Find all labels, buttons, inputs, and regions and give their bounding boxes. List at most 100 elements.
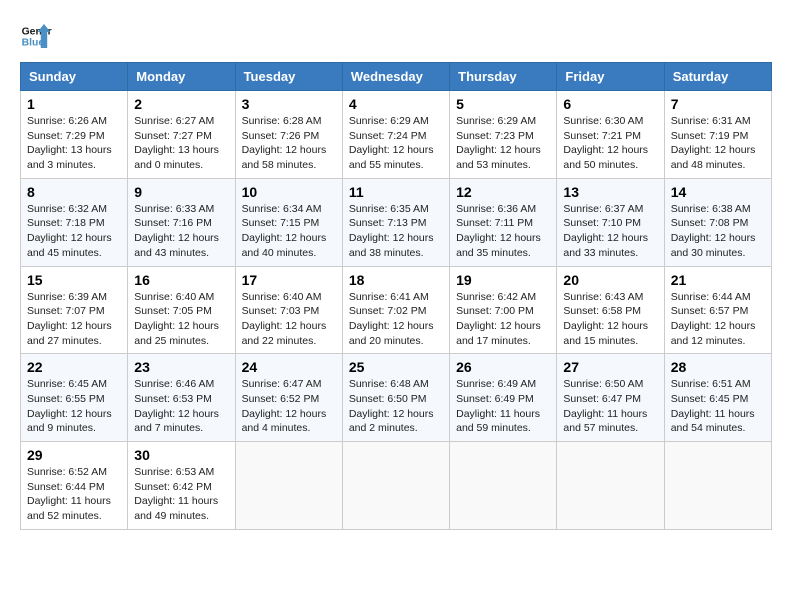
cell-info: Sunrise: 6:42 AMSunset: 7:00 PMDaylight:…	[456, 290, 550, 349]
daylight-text: Daylight: 11 hours	[563, 408, 647, 420]
sunrise-text: Sunrise: 6:50 AM	[563, 378, 643, 390]
cell-info: Sunrise: 6:29 AMSunset: 7:23 PMDaylight:…	[456, 114, 550, 173]
cell-info: Sunrise: 6:45 AMSunset: 6:55 PMDaylight:…	[27, 377, 121, 436]
daylight-text: and 48 minutes.	[671, 159, 746, 171]
sunrise-text: Sunrise: 6:49 AM	[456, 378, 536, 390]
daylight-text: and 59 minutes.	[456, 422, 531, 434]
cell-info: Sunrise: 6:37 AMSunset: 7:10 PMDaylight:…	[563, 202, 657, 261]
sunset-text: Sunset: 6:58 PM	[563, 305, 641, 317]
sunrise-text: Sunrise: 6:40 AM	[134, 291, 214, 303]
daylight-text: and 2 minutes.	[349, 422, 418, 434]
sunrise-text: Sunrise: 6:53 AM	[134, 466, 214, 478]
cell-info: Sunrise: 6:41 AMSunset: 7:02 PMDaylight:…	[349, 290, 443, 349]
sunset-text: Sunset: 6:52 PM	[242, 393, 320, 405]
sunset-text: Sunset: 7:18 PM	[27, 217, 105, 229]
calendar-cell: 7Sunrise: 6:31 AMSunset: 7:19 PMDaylight…	[664, 91, 771, 179]
calendar-cell: 10Sunrise: 6:34 AMSunset: 7:15 PMDayligh…	[235, 178, 342, 266]
sunrise-text: Sunrise: 6:30 AM	[563, 115, 643, 127]
daylight-text: and 33 minutes.	[563, 247, 638, 259]
day-number: 25	[349, 359, 443, 375]
daylight-text: and 43 minutes.	[134, 247, 209, 259]
day-number: 28	[671, 359, 765, 375]
calendar-cell: 29Sunrise: 6:52 AMSunset: 6:44 PMDayligh…	[21, 442, 128, 530]
sunset-text: Sunset: 6:57 PM	[671, 305, 749, 317]
daylight-text: and 55 minutes.	[349, 159, 424, 171]
daylight-text: Daylight: 12 hours	[349, 408, 434, 420]
calendar-cell: 2Sunrise: 6:27 AMSunset: 7:27 PMDaylight…	[128, 91, 235, 179]
cell-info: Sunrise: 6:52 AMSunset: 6:44 PMDaylight:…	[27, 465, 121, 524]
calendar-cell	[557, 442, 664, 530]
cell-info: Sunrise: 6:38 AMSunset: 7:08 PMDaylight:…	[671, 202, 765, 261]
sunrise-text: Sunrise: 6:38 AM	[671, 203, 751, 215]
calendar-week-2: 8Sunrise: 6:32 AMSunset: 7:18 PMDaylight…	[21, 178, 772, 266]
daylight-text: Daylight: 12 hours	[134, 320, 219, 332]
cell-info: Sunrise: 6:51 AMSunset: 6:45 PMDaylight:…	[671, 377, 765, 436]
cell-info: Sunrise: 6:48 AM Sunset: 6:50 PM Daylight:…	[349, 377, 443, 436]
sunrise-text: Sunrise: 6:44 AM	[671, 291, 751, 303]
header-cell-wednesday: Wednesday	[342, 63, 449, 91]
sunset-text: Sunset: 7:02 PM	[349, 305, 427, 317]
calendar-cell	[664, 442, 771, 530]
daylight-text: and 9 minutes.	[27, 422, 96, 434]
day-number: 14	[671, 184, 765, 200]
daylight-text: and 25 minutes.	[134, 335, 209, 347]
sunrise-text: Sunrise: 6:34 AM	[242, 203, 322, 215]
daylight-text: and 40 minutes.	[242, 247, 317, 259]
daylight-text: Daylight: 12 hours	[134, 408, 219, 420]
daylight-text: Daylight: 12 hours	[563, 232, 648, 244]
daylight-text: and 12 minutes.	[671, 335, 746, 347]
calendar-cell: 3Sunrise: 6:28 AMSunset: 7:26 PMDaylight…	[235, 91, 342, 179]
day-number: 15	[27, 272, 121, 288]
day-number: 23	[134, 359, 228, 375]
cell-info: Sunrise: 6:46 AMSunset: 6:53 PMDaylight:…	[134, 377, 228, 436]
daylight-text: and 45 minutes.	[27, 247, 102, 259]
sunrise-text: Sunrise: 6:52 AM	[27, 466, 107, 478]
daylight-text: Daylight: 11 hours	[671, 408, 755, 420]
calendar-cell: 5Sunrise: 6:29 AMSunset: 7:23 PMDaylight…	[450, 91, 557, 179]
calendar-week-5: 29Sunrise: 6:52 AMSunset: 6:44 PMDayligh…	[21, 442, 772, 530]
daylight-text: and 57 minutes.	[563, 422, 638, 434]
sunrise-text: Sunrise: 6:33 AM	[134, 203, 214, 215]
daylight-text: Daylight: 12 hours	[456, 232, 541, 244]
day-number: 1	[27, 96, 121, 112]
day-number: 2	[134, 96, 228, 112]
sunrise-text: Sunrise: 6:43 AM	[563, 291, 643, 303]
day-number: 21	[671, 272, 765, 288]
calendar-cell: 6 Sunrise: 6:30 AMSunset: 7:21 PMDaylight…	[557, 91, 664, 179]
daylight-text: and 35 minutes.	[456, 247, 531, 259]
day-number: 6	[563, 96, 657, 112]
sunrise-text: Sunrise: 6:39 AM	[27, 291, 107, 303]
day-number: 12	[456, 184, 550, 200]
sunset-text: Sunset: 7:07 PM	[27, 305, 105, 317]
daylight-text: Daylight: 11 hours	[134, 495, 218, 507]
calendar-cell: 4Sunrise: 6:29 AMSunset: 7:24 PMDaylight…	[342, 91, 449, 179]
calendar-cell: 24Sunrise: 6:47 AMSunset: 6:52 PMDayligh…	[235, 354, 342, 442]
day-number: 7	[671, 96, 765, 112]
sunrise-text: Sunrise: 6:48 AM	[349, 378, 429, 390]
sunset-text: Sunset: 6:50 PM	[349, 393, 427, 405]
day-number: 20	[563, 272, 657, 288]
sunset-text: Sunset: 7:00 PM	[456, 305, 534, 317]
calendar-cell: 13Sunrise: 6:37 AMSunset: 7:10 PMDayligh…	[557, 178, 664, 266]
cell-info: Sunrise: 6:30 AMSunset: 7:21 PMDaylight:…	[563, 114, 657, 173]
daylight-text: Daylight: 12 hours	[563, 320, 648, 332]
sunrise-text: Sunrise: 6:32 AM	[27, 203, 107, 215]
daylight-text: and 15 minutes.	[563, 335, 638, 347]
logo-icon: General Blue	[20, 20, 52, 52]
daylight-text: Daylight: 13 hours	[134, 144, 219, 156]
calendar-cell: 16Sunrise: 6:40 AMSunset: 7:05 PMDayligh…	[128, 266, 235, 354]
daylight-text: Daylight: 12 hours	[242, 144, 327, 156]
cell-info: Sunrise: 6:43 AM Sunset: 6:58 PM Daylight:…	[563, 290, 657, 349]
daylight-text: and 0 minutes.	[134, 159, 203, 171]
cell-info: Sunrise: 6:40 AMSunset: 7:03 PMDaylight:…	[242, 290, 336, 349]
daylight-text: and 38 minutes.	[349, 247, 424, 259]
sunrise-text: Sunrise: 6:47 AM	[242, 378, 322, 390]
calendar-cell: 19Sunrise: 6:42 AMSunset: 7:00 PMDayligh…	[450, 266, 557, 354]
sunset-text: Sunset: 7:23 PM	[456, 130, 534, 142]
header-cell-friday: Friday	[557, 63, 664, 91]
sunrise-text: Sunrise: 6:46 AM	[134, 378, 214, 390]
sunset-text: Sunset: 6:45 PM	[671, 393, 749, 405]
sunset-text: Sunset: 6:42 PM	[134, 481, 212, 493]
daylight-text: and 4 minutes.	[242, 422, 311, 434]
sunrise-text: Sunrise: 6:45 AM	[27, 378, 107, 390]
